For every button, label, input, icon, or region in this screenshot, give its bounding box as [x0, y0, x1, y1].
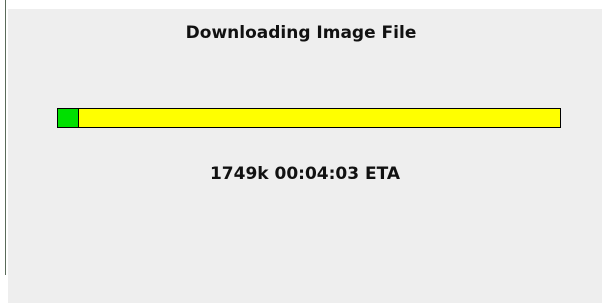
download-dialog: Downloading Image File 1749k 00:04:03 ET… [8, 9, 602, 303]
progress-bar-fill [58, 109, 79, 127]
dialog-title: Downloading Image File [185, 23, 417, 43]
progress-bar [57, 108, 561, 128]
screen: Downloading Image File 1749k 00:04:03 ET… [0, 0, 602, 303]
download-status: 1749k 00:04:03 ETA [209, 164, 401, 184]
